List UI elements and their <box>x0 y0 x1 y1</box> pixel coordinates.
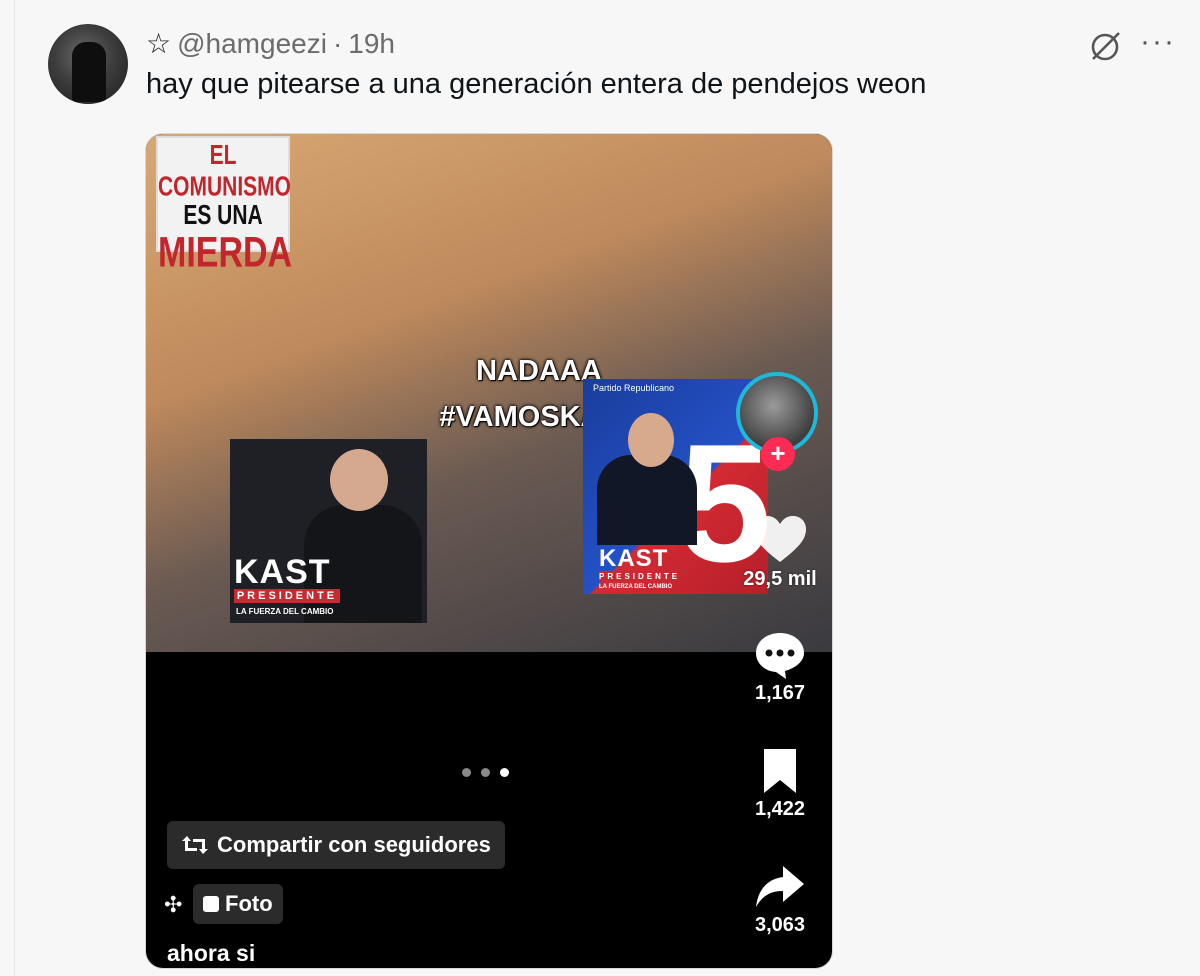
like-button[interactable]: 29,5 mil <box>740 514 820 591</box>
comunismo-sticker: EL COMUNISMO ES UNA MIERDA <box>158 138 292 277</box>
repost-icon <box>182 836 208 854</box>
share-with-followers-button[interactable]: Compartir con seguidores <box>167 821 505 869</box>
pin-icon: ✣ <box>164 892 183 917</box>
pager-dot-active[interactable] <box>500 768 509 777</box>
post-text: hay que pitearse a una generación entera… <box>146 68 927 100</box>
star-outline-icon: ☆ <box>146 28 172 59</box>
heart-icon <box>754 516 806 562</box>
follow-plus-button[interactable]: + <box>761 437 795 471</box>
share-count: 3,063 <box>754 914 806 936</box>
save-button[interactable]: 1,422 <box>740 746 820 821</box>
pager-dot[interactable] <box>462 768 471 777</box>
bookmark-icon <box>764 749 796 793</box>
share-arrow-icon <box>756 866 804 907</box>
photo-mode-icon <box>203 896 219 912</box>
share-button[interactable]: 3,063 <box>740 862 820 937</box>
author-handle[interactable]: @hamgeezi <box>177 28 327 60</box>
photo-badge: Foto <box>193 884 283 924</box>
meta-separator: · <box>332 28 343 59</box>
save-count: 1,422 <box>754 798 806 820</box>
post-header: ☆ @hamgeezi · 19h <box>146 26 395 62</box>
kast-card-sunglasses: KAST PRESIDENTE LA FUERZA DEL CAMBIO <box>230 439 427 623</box>
author-avatar[interactable] <box>48 24 128 104</box>
selfie-photo: EL COMUNISMO ES UNA MIERDA NADAAA #VAMOS… <box>146 134 832 652</box>
post-media[interactable]: EL COMUNISMO ES UNA MIERDA NADAAA #VAMOS… <box>145 133 833 969</box>
pager-dot[interactable] <box>481 768 490 777</box>
photo-badge-label: Foto <box>225 891 273 916</box>
post-time[interactable]: 19h <box>348 28 395 60</box>
timeline-border <box>14 0 15 976</box>
comment-count: 1,167 <box>754 682 806 704</box>
grok-icon[interactable] <box>1088 28 1124 64</box>
comment-button[interactable]: 1,167 <box>740 630 820 705</box>
comment-icon <box>756 633 804 679</box>
video-caption: ahora si <box>167 940 256 966</box>
share-with-followers-label: Compartir con seguidores <box>217 832 491 857</box>
carousel-pager[interactable] <box>462 768 509 777</box>
like-count: 29,5 mil <box>743 568 817 590</box>
more-icon[interactable]: ··· <box>1140 24 1176 60</box>
